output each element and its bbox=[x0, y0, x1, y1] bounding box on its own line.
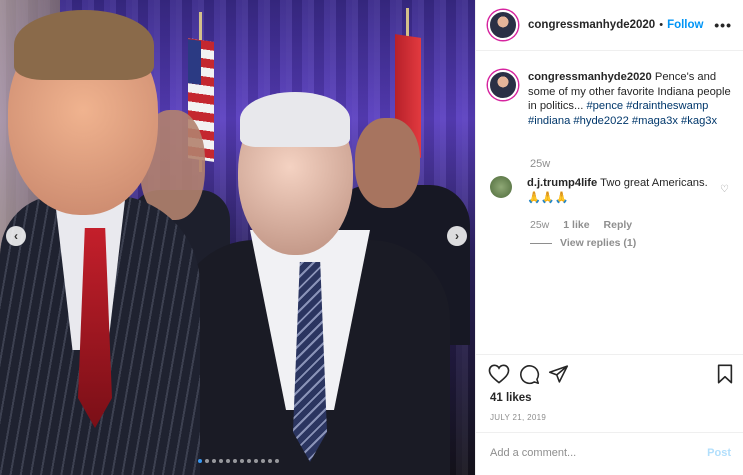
carousel-dot bbox=[219, 459, 223, 463]
comment-meta: 25w 1 like Reply bbox=[530, 219, 632, 231]
bookmark-icon[interactable] bbox=[716, 364, 734, 384]
like-count[interactable]: 41 likes bbox=[490, 392, 532, 404]
hashtag[interactable]: #pence bbox=[586, 100, 623, 112]
header-username[interactable]: congressmanhyde2020 bbox=[528, 19, 655, 31]
replies-line bbox=[530, 242, 552, 244]
view-replies-label[interactable]: View replies (1) bbox=[560, 237, 636, 249]
caption-username[interactable]: congressmanhyde2020 bbox=[528, 71, 652, 83]
post-header: congressmanhyde2020 • Follow ••• bbox=[488, 10, 738, 40]
hashtag[interactable]: #indiana bbox=[528, 115, 570, 127]
comment-likes[interactable]: 1 like bbox=[563, 219, 589, 231]
comment-icon[interactable] bbox=[519, 364, 540, 385]
carousel-dot bbox=[261, 459, 265, 463]
carousel-dot bbox=[233, 459, 237, 463]
heart-icon[interactable] bbox=[488, 364, 510, 384]
carousel-dot bbox=[254, 459, 258, 463]
carousel-dot bbox=[226, 459, 230, 463]
post-date: JULY 21, 2019 bbox=[490, 413, 547, 422]
divider bbox=[476, 354, 743, 355]
header-separator: • bbox=[659, 19, 664, 31]
hashtag[interactable]: #maga3x bbox=[632, 115, 678, 127]
carousel-dot bbox=[268, 459, 272, 463]
divider bbox=[476, 50, 743, 51]
comment-timestamp[interactable]: 25w bbox=[530, 219, 549, 231]
hashtag[interactable]: #hyde2022 bbox=[573, 115, 628, 127]
carousel-dot bbox=[275, 459, 279, 463]
carousel-indicator bbox=[198, 459, 279, 463]
follow-button[interactable]: Follow bbox=[667, 19, 703, 31]
avatar[interactable] bbox=[488, 10, 518, 40]
carousel-dot bbox=[212, 459, 216, 463]
caption-timestamp[interactable]: 25w bbox=[530, 158, 550, 170]
avatar[interactable] bbox=[490, 176, 512, 198]
post-sidebar: congressmanhyde2020 • Follow ••• congres… bbox=[475, 0, 743, 475]
divider bbox=[476, 432, 743, 433]
reply-button[interactable]: Reply bbox=[604, 219, 633, 231]
share-icon[interactable] bbox=[548, 364, 569, 384]
hashtag[interactable]: #draintheswamp bbox=[626, 100, 708, 112]
center-person-hair bbox=[240, 92, 350, 147]
hashtag[interactable]: #kag3x bbox=[681, 115, 717, 127]
left-person-hair bbox=[14, 10, 154, 80]
view-replies[interactable]: View replies (1) bbox=[530, 237, 636, 249]
comment-like-heart-icon[interactable]: ♡ bbox=[720, 184, 730, 195]
comment: d.j.trump4life Two great Americans. 🙏🙏🙏 … bbox=[490, 176, 738, 206]
carousel-next-button[interactable]: › bbox=[447, 226, 467, 246]
carousel-dot bbox=[240, 459, 244, 463]
post-photo[interactable]: ‹ › bbox=[0, 0, 475, 475]
avatar[interactable] bbox=[488, 70, 518, 100]
carousel-dot bbox=[205, 459, 209, 463]
post-comment-button[interactable]: Post bbox=[707, 447, 731, 459]
carousel-prev-button[interactable]: ‹ bbox=[6, 226, 26, 246]
caption: congressmanhyde2020 Pence's and some of … bbox=[488, 70, 738, 128]
carousel-dot bbox=[198, 459, 202, 463]
action-bar bbox=[488, 364, 736, 386]
carousel-dot bbox=[247, 459, 251, 463]
background-person-head bbox=[355, 118, 420, 208]
more-options-icon[interactable]: ••• bbox=[714, 17, 732, 33]
comment-username[interactable]: d.j.trump4life bbox=[527, 177, 597, 189]
comment-input[interactable]: Add a comment... bbox=[490, 447, 576, 459]
